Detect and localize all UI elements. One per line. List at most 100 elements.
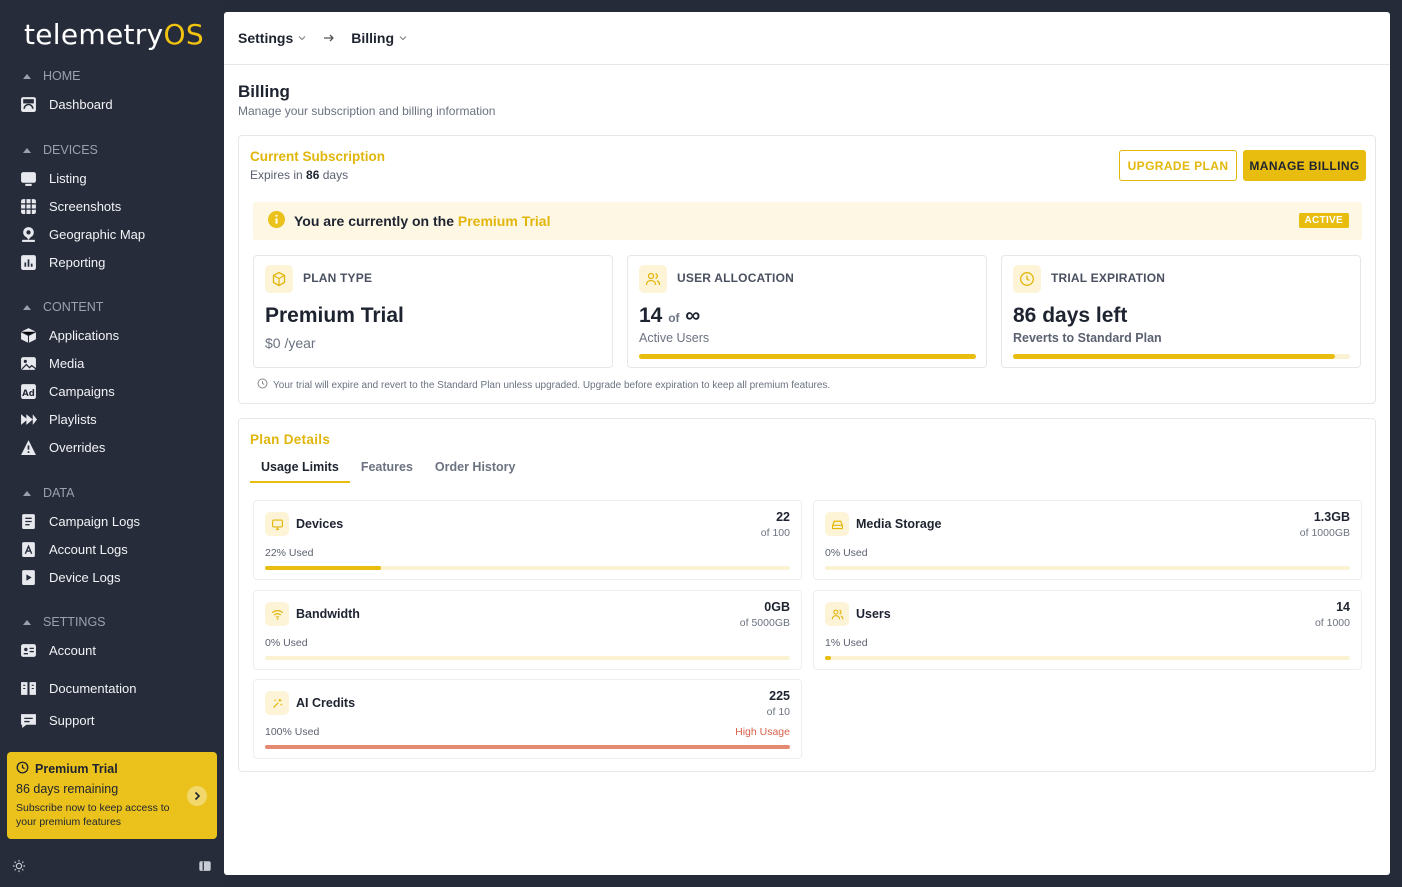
sidebar-item-listing[interactable]: Listing <box>20 170 87 187</box>
page-subtitle: Manage your subscription and billing inf… <box>238 104 496 118</box>
section-settings[interactable]: SETTINGS <box>20 615 106 629</box>
expires-days: 86 <box>306 168 320 182</box>
logo-suffix: OS <box>163 18 204 51</box>
usage-progress <box>825 566 1350 570</box>
section-home[interactable]: HOME <box>20 69 81 83</box>
plan-name: Premium Trial <box>265 304 404 327</box>
usage-progress <box>825 656 1350 660</box>
stat-sub: Reverts to Standard Plan <box>1013 331 1162 345</box>
monitor-icon <box>20 170 37 187</box>
trial-expiration-card: TRIAL EXPIRATION 86 days left Reverts to… <box>1001 255 1361 368</box>
sidebar-item-dashboard[interactable]: Dashboard <box>20 96 113 113</box>
section-data[interactable]: DATA <box>20 486 74 500</box>
caret-up-icon <box>23 619 31 625</box>
sidebar-item-label: Dashboard <box>49 97 113 112</box>
progress-fill <box>265 745 790 749</box>
playlist-icon <box>20 411 37 428</box>
section-label: SETTINGS <box>43 615 106 629</box>
usage-name: Bandwidth <box>296 607 360 621</box>
upgrade-plan-button[interactable]: UPGRADE PLAN <box>1119 150 1237 181</box>
breadcrumb-label: Billing <box>351 30 395 46</box>
usage-bandwidth: Bandwidth 0GB of 5000GB 0% Used <box>253 590 802 670</box>
sidebar-collapse-icon[interactable] <box>198 859 212 878</box>
info-icon <box>268 211 285 231</box>
chevron-right-icon[interactable] <box>187 786 207 806</box>
id-card-icon <box>20 642 37 659</box>
progress-fill <box>1013 354 1335 359</box>
usage-percent: 1% Used <box>825 637 868 649</box>
app-logo[interactable]: telemetryOS <box>24 18 204 51</box>
sidebar-item-support[interactable]: Support <box>20 712 95 729</box>
infinity-symbol: ∞ <box>685 304 701 327</box>
trial-banner: You are currently on the Premium Trial A… <box>253 202 1362 240</box>
user-count-number: 14 <box>639 304 663 327</box>
sidebar-item-campaigns[interactable]: Ad Campaigns <box>20 383 115 400</box>
usage-limit: of 100 <box>760 527 790 539</box>
user-count: 14 of ∞ <box>639 304 700 328</box>
account-doc-icon <box>20 541 37 558</box>
section-devices[interactable]: DEVICES <box>20 143 98 157</box>
wifi-icon <box>265 602 289 626</box>
expires-prefix: Expires in <box>250 168 303 182</box>
sidebar-item-account[interactable]: Account <box>20 642 96 659</box>
section-title: Current Subscription <box>250 149 386 164</box>
page-title: Billing <box>238 82 290 101</box>
usage-value: 225 <box>769 689 790 703</box>
banner-prefix: You are currently on the <box>294 213 454 229</box>
usage-value: 22 <box>776 510 790 524</box>
tab-order-history[interactable]: Order History <box>424 457 527 483</box>
sidebar-item-label: Campaign Logs <box>49 514 141 529</box>
usage-value: 1.3GB <box>1313 510 1350 524</box>
usage-progress <box>265 745 790 749</box>
sidebar-item-label: Documentation <box>49 681 137 696</box>
sidebar-item-label: Account Logs <box>49 542 128 557</box>
stat-label: PLAN TYPE <box>303 271 373 285</box>
tab-usage-limits[interactable]: Usage Limits <box>250 457 350 483</box>
sidebar-item-campaign-logs[interactable]: Campaign Logs <box>20 513 140 530</box>
breadcrumb-label: Settings <box>238 30 294 46</box>
tab-features[interactable]: Features <box>350 457 424 483</box>
high-usage-warning: High Usage <box>735 726 790 738</box>
sidebar-item-device-logs[interactable]: Device Logs <box>20 569 121 586</box>
progress-fill <box>265 566 381 570</box>
usage-limit: of 5000GB <box>739 617 790 629</box>
usage-users: Users 14 of 1000 1% Used <box>813 590 1362 670</box>
usage-value: 14 <box>1336 600 1350 614</box>
image-icon <box>20 355 37 372</box>
grid-icon <box>20 198 37 215</box>
usage-limit: of 1000 <box>1314 617 1350 629</box>
sidebar-item-reporting[interactable]: Reporting <box>20 254 105 271</box>
sidebar-item-label: Device Logs <box>49 570 121 585</box>
sidebar-item-applications[interactable]: Applications <box>20 327 119 344</box>
sidebar-item-label: Screenshots <box>49 199 122 214</box>
sidebar-item-account-logs[interactable]: Account Logs <box>20 541 128 558</box>
sidebar-item-media[interactable]: Media <box>20 355 84 372</box>
warning-icon <box>20 439 37 456</box>
usage-name: Users <box>856 607 891 621</box>
sidebar-item-geographic-map[interactable]: Geographic Map <box>20 226 145 243</box>
breadcrumb-billing[interactable]: Billing <box>351 30 408 46</box>
section-content[interactable]: CONTENT <box>20 300 103 314</box>
plan-price: $0 /year <box>265 335 316 351</box>
sidebar-item-documentation[interactable]: Documentation <box>20 680 136 697</box>
banner-text: You are currently on the Premium Trial <box>294 213 550 229</box>
sidebar-item-label: Support <box>49 713 95 728</box>
sidebar-item-overrides[interactable]: Overrides <box>20 439 105 456</box>
sidebar-item-label: Media <box>49 356 85 371</box>
usage-devices: Devices 22 of 100 22% Used <box>253 500 802 580</box>
sparkle-icon <box>265 691 289 715</box>
usage-ai-credits: AI Credits 225 of 10 100% Used High Usag… <box>253 679 802 759</box>
manage-billing-button[interactable]: MANAGE BILLING <box>1243 150 1366 181</box>
chat-icon <box>20 712 37 729</box>
caret-up-icon <box>23 490 31 496</box>
chevron-down-icon <box>297 30 307 46</box>
premium-trial-card[interactable]: Premium Trial 86 days remaining Subscrib… <box>7 752 217 839</box>
sidebar-item-playlists[interactable]: Playlists <box>20 411 97 428</box>
stat-sub: Active Users <box>639 331 710 345</box>
plan-details-card: Plan Details Usage Limits Features Order… <box>238 418 1376 772</box>
theme-toggle-icon[interactable] <box>12 859 26 878</box>
breadcrumb-settings[interactable]: Settings <box>238 30 307 46</box>
book-icon <box>20 680 37 697</box>
sidebar-item-screenshots[interactable]: Screenshots <box>20 198 121 215</box>
caret-up-icon <box>23 304 31 310</box>
